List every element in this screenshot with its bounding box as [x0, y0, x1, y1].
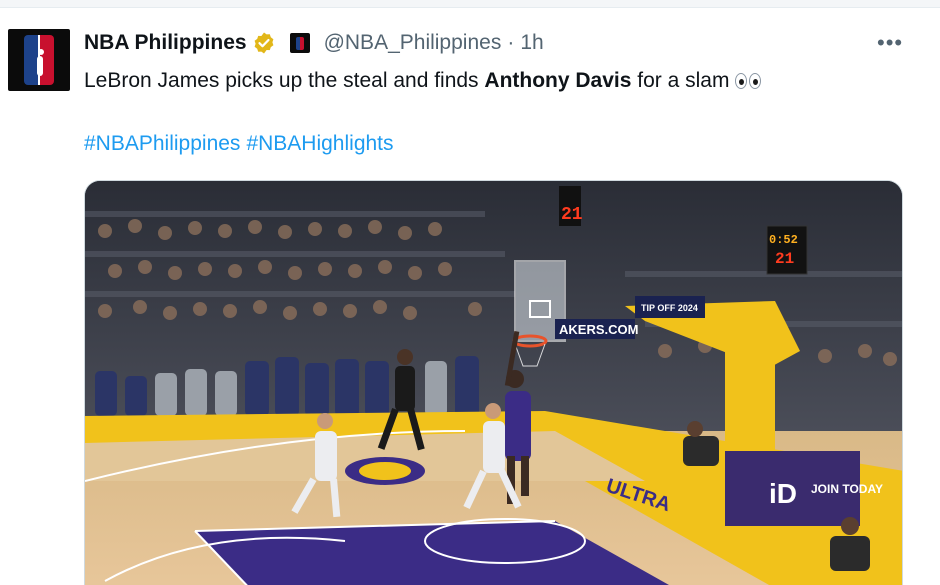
more-options-icon[interactable]: •••	[877, 30, 903, 56]
text-after: for a slam	[631, 69, 730, 92]
game-clock: 0:52	[769, 233, 798, 247]
game-clock-alt: 21	[775, 250, 794, 268]
separator: ·	[507, 31, 515, 54]
verified-badge-icon	[254, 32, 273, 54]
tweet[interactable]: NBA Philippines @NBA_Philippines · 1h ••…	[0, 8, 940, 585]
tweet-header: NBA Philippines @NBA_Philippines · 1h	[84, 28, 544, 58]
affiliate-logo-icon[interactable]	[289, 33, 310, 53]
sign-text-2: JOIN TODAY	[811, 482, 883, 496]
shot-clock: 21	[561, 205, 583, 225]
hashtag-link[interactable]: #NBAPhilippines	[84, 132, 240, 155]
timestamp[interactable]: 1h	[520, 31, 543, 55]
video-player[interactable]: ULTRA 21 iD JOIN TODAY AKERS.COM TIP OFF…	[84, 180, 903, 585]
sign-text-1: iD	[769, 478, 797, 509]
tweet-text: LeBron James picks up the steal and find…	[84, 67, 762, 95]
avatar[interactable]	[8, 29, 70, 91]
eyes-emoji-icon	[735, 73, 762, 90]
top-divider	[0, 0, 940, 8]
text-before: LeBron James picks up the steal and find…	[84, 69, 485, 92]
hashtags: #NBAPhilippines #NBAHighlights	[84, 130, 400, 158]
board-text: AKERS.COM	[559, 322, 638, 337]
banner-text: TIP OFF 2024	[641, 303, 698, 313]
mention-bold: Anthony Davis	[484, 69, 632, 92]
handle[interactable]: @NBA_Philippines	[324, 31, 502, 55]
hashtag-link[interactable]: #NBAHighlights	[246, 132, 393, 155]
display-name[interactable]: NBA Philippines	[84, 31, 247, 55]
game-video-frame: ULTRA 21 iD JOIN TODAY AKERS.COM TIP OFF…	[85, 181, 902, 585]
